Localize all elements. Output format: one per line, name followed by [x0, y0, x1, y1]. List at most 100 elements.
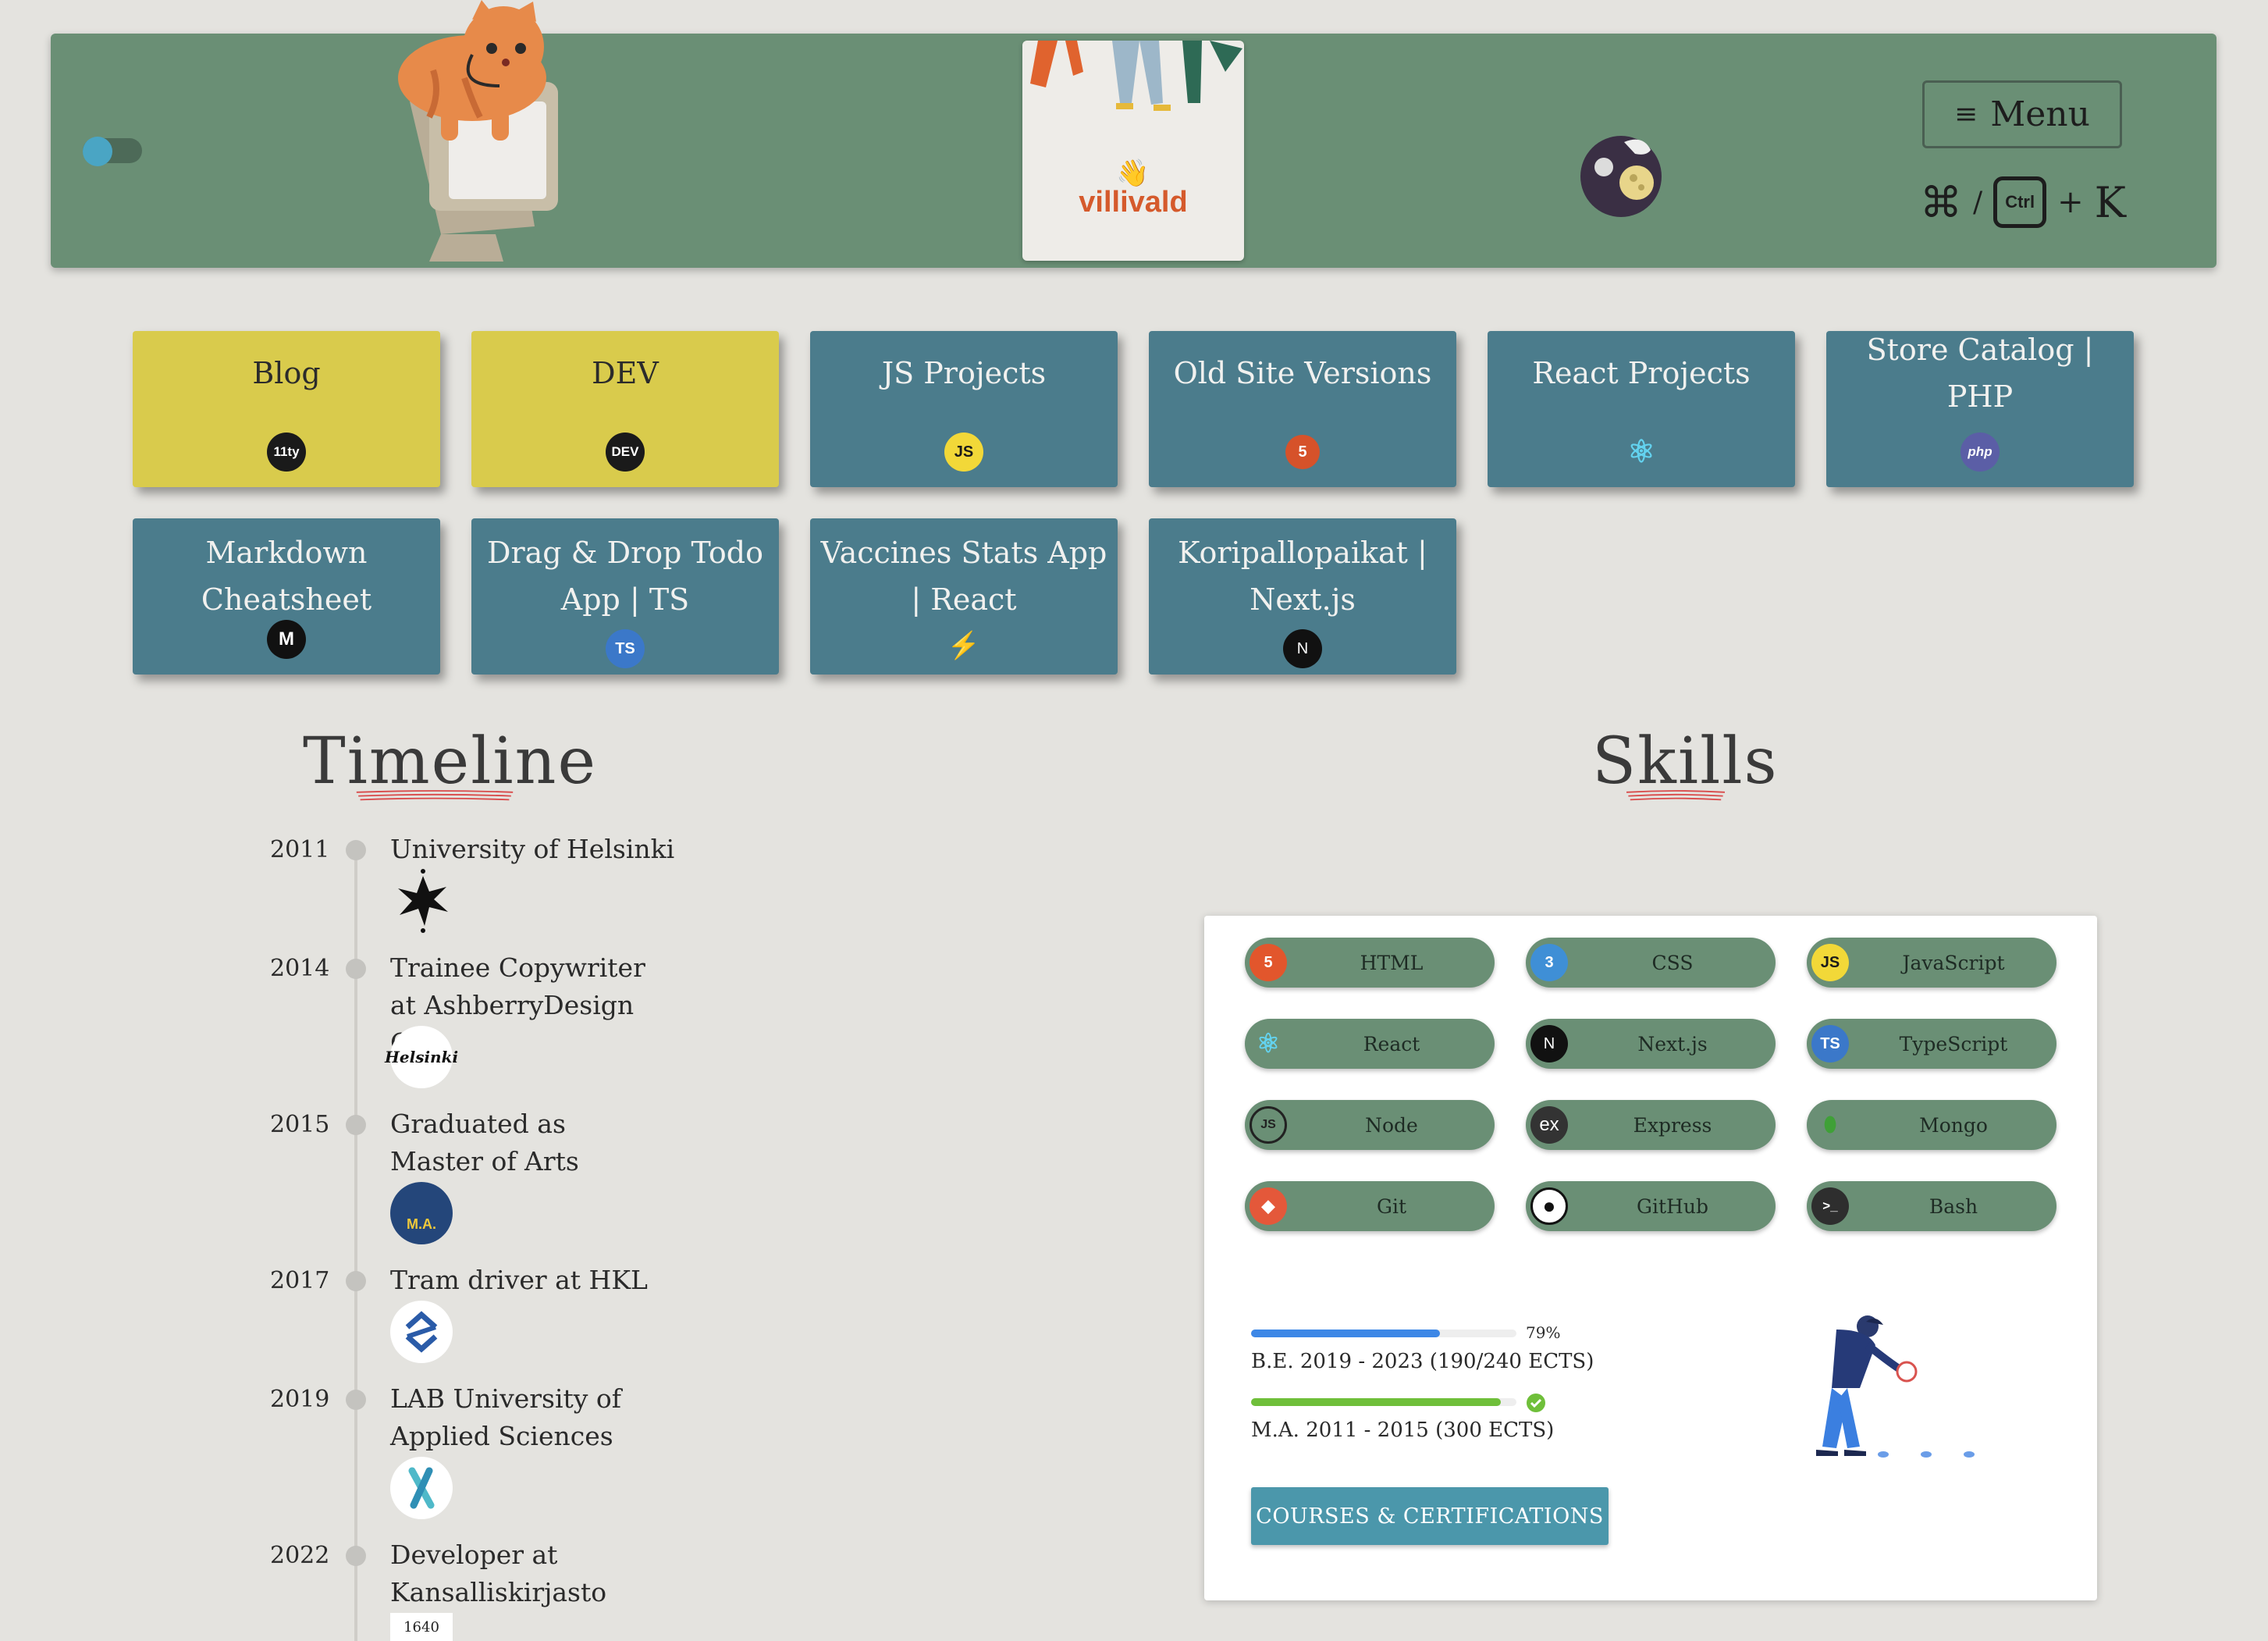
- hamburger-icon: ≡: [1954, 98, 1978, 130]
- project-card-title: Blog: [252, 356, 321, 390]
- html5-icon: 5: [1250, 944, 1287, 981]
- skill-pill-express: ex Express: [1526, 1100, 1776, 1150]
- nodejs-icon: JS: [1250, 1106, 1287, 1144]
- skill-label: Next.js: [1637, 1032, 1708, 1055]
- markdown-icon: M: [267, 620, 306, 659]
- skill-pill-nextjs: N Next.js: [1526, 1019, 1776, 1069]
- github-icon: ●: [1530, 1187, 1568, 1225]
- timeline-heading-underline: [356, 790, 514, 801]
- shortcut-separator: /: [1973, 186, 1983, 219]
- timeline-dot: [346, 1546, 366, 1566]
- terminal-icon: >_: [1811, 1187, 1849, 1225]
- theme-toggle[interactable]: [83, 137, 142, 166]
- timeline-dot: [346, 840, 366, 860]
- skill-pill-react: ⚛ React: [1245, 1019, 1495, 1069]
- project-card-react-projects[interactable]: React Projects ⚛: [1488, 331, 1795, 487]
- skill-label: Git: [1376, 1194, 1406, 1218]
- project-card-dev[interactable]: DEV DEV: [471, 331, 779, 487]
- php-icon: php: [1961, 432, 2000, 472]
- express-icon: ex: [1530, 1106, 1568, 1144]
- project-card-drag-drop-todo[interactable]: Drag & Drop Todo App | TS TS: [471, 518, 779, 675]
- hkl-logo: [390, 1301, 453, 1363]
- lab-university-logo: [390, 1457, 453, 1519]
- ma-degree-progress-fill: [1251, 1398, 1501, 1406]
- university-of-helsinki-logo: [398, 869, 448, 933]
- project-card-vaccines-stats[interactable]: Vaccines Stats App | React ⚡: [810, 518, 1118, 675]
- astronaut-avatar[interactable]: [1573, 126, 1666, 220]
- timeline-dot: [346, 1271, 366, 1291]
- timeline-year: 2022: [270, 1542, 330, 1569]
- master-of-arts-logo: M.A.: [390, 1182, 453, 1244]
- skill-pill-git: ◆ Git: [1245, 1181, 1495, 1231]
- skill-label: Express: [1633, 1113, 1712, 1137]
- toggle-knob[interactable]: [83, 137, 112, 166]
- skill-label: CSS: [1651, 951, 1694, 974]
- timeline-dot: [346, 959, 366, 979]
- react-icon: ⚛: [1256, 1029, 1281, 1059]
- skills-heading-underline: [1626, 790, 1726, 801]
- be-degree-progress-fill: [1251, 1330, 1440, 1337]
- project-card-old-site-versions[interactable]: Old Site Versions 5: [1149, 331, 1456, 487]
- git-icon: ◆: [1250, 1187, 1287, 1225]
- react-icon: ⚛: [1627, 435, 1655, 469]
- project-card-blog[interactable]: Blog 11ty: [133, 331, 440, 487]
- timeline-heading: Timeline: [303, 724, 597, 799]
- timeline-year: 2017: [270, 1267, 330, 1294]
- project-card-markdown-cheatsheet[interactable]: Markdown Cheatsheet M: [133, 518, 440, 675]
- nextjs-icon: N: [1530, 1025, 1568, 1063]
- timeline-entry-text: Graduated as Master of Arts: [390, 1109, 579, 1176]
- project-card-store-catalog[interactable]: Store Catalog | PHP php: [1826, 331, 2134, 487]
- site-header: 👋 villivald ≡ Menu ⌘ / Ctrl + K: [51, 0, 2216, 268]
- menu-button[interactable]: ≡ Menu: [1922, 80, 2122, 148]
- command-palette-shortcut[interactable]: ⌘ / Ctrl + K: [1920, 175, 2126, 230]
- skill-pill-html: 5 HTML: [1245, 938, 1495, 988]
- cat-computer-illustration: [398, 0, 558, 262]
- project-card-title: Vaccines Stats App | React: [820, 536, 1107, 617]
- timeline-year: 2011: [270, 836, 330, 863]
- skill-label: HTML: [1360, 951, 1424, 974]
- typescript-icon: TS: [1811, 1025, 1849, 1063]
- skill-pill-mongo: ⬮ Mongo: [1807, 1100, 2056, 1150]
- skill-label: Mongo: [1919, 1113, 1988, 1137]
- css3-icon: 3: [1530, 944, 1568, 981]
- project-card-title: Drag & Drop Todo App | TS: [487, 536, 763, 617]
- timeline-dot: [346, 1390, 366, 1410]
- project-card-js-projects[interactable]: JS Projects JS: [810, 331, 1118, 487]
- timeline-year: 2019: [270, 1386, 330, 1413]
- javascript-icon: JS: [944, 432, 983, 472]
- be-degree-percent: 79%: [1526, 1323, 1561, 1342]
- skill-label: TypeScript: [1899, 1032, 2008, 1055]
- project-card-title: Koripallopaikat | Next.js: [1178, 536, 1427, 617]
- timeline-dot: [346, 1115, 366, 1135]
- ma-degree-label: M.A. 2011 - 2015 (300 ECTS): [1251, 1419, 1555, 1442]
- timeline-entry-text: University of Helsinki: [390, 834, 675, 864]
- skills-heading: Skills: [1592, 724, 1779, 799]
- site-logo[interactable]: 👋 villivald: [1022, 41, 1244, 261]
- skill-pill-node: JS Node: [1245, 1100, 1495, 1150]
- mongodb-icon: ⬮: [1823, 1112, 1837, 1136]
- skill-label: Node: [1365, 1113, 1418, 1137]
- dev-icon: DEV: [606, 432, 645, 472]
- timeline-year: 2015: [270, 1111, 330, 1138]
- skill-pill-typescript: TS TypeScript: [1807, 1019, 2056, 1069]
- timeline-entry-text: Developer at Kansalliskirjasto: [390, 1540, 607, 1607]
- menu-label: Menu: [1990, 94, 2090, 134]
- wave-emoji-icon: 👋: [1116, 158, 1150, 189]
- ma-degree-progress-track: [1251, 1398, 1516, 1406]
- skill-label: GitHub: [1637, 1194, 1708, 1218]
- javascript-icon: JS: [1811, 944, 1849, 981]
- timeline-year: 2014: [270, 955, 330, 982]
- searching-person-illustration: [1816, 1315, 1975, 1458]
- project-card-koripallopaikat[interactable]: Koripallopaikat | Next.js N: [1149, 518, 1456, 675]
- be-degree-progress-track: [1251, 1330, 1516, 1337]
- shortcut-key: K: [2094, 177, 2126, 227]
- skill-pill-javascript: JS JavaScript: [1807, 938, 2056, 988]
- helsinki-script-logo: Helsinki: [385, 1026, 458, 1088]
- project-card-title: Markdown Cheatsheet: [201, 536, 372, 617]
- eleventy-icon: 11ty: [267, 432, 306, 472]
- project-card-title: Store Catalog | PHP: [1866, 333, 2094, 414]
- project-card-title: React Projects: [1532, 356, 1751, 390]
- command-key-icon: ⌘: [1920, 177, 1962, 227]
- skill-label: JavaScript: [1902, 951, 2005, 974]
- courses-certifications-button[interactable]: COURSES & CERTIFICATIONS: [1251, 1487, 1609, 1545]
